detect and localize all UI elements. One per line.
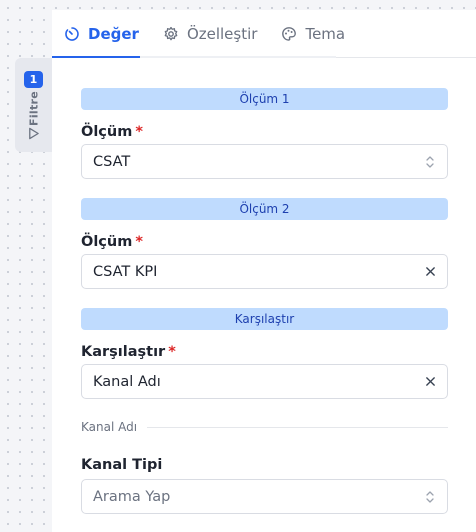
- required-marker: *: [168, 344, 176, 360]
- tab-underline-track: [250, 56, 336, 58]
- gauge-icon: [65, 26, 79, 41]
- filter-label: Filtre: [27, 91, 41, 127]
- chevron-up-down-icon: [426, 155, 434, 168]
- tab-customize-label: Özelleştir: [186, 24, 258, 43]
- form-content: Ölçüm 1 Ölçüm * CSAT Ölçüm 2 Ölçüm * CSAT …: [81, 88, 448, 514]
- metric-2-label-text: Ölçüm: [81, 234, 133, 250]
- close-icon[interactable]: [425, 266, 436, 277]
- required-marker: *: [135, 234, 143, 250]
- tab-theme-label: Tema: [305, 24, 346, 43]
- channel-type-label: Kanal Tipi: [81, 455, 448, 475]
- metric-2-select[interactable]: CSAT KPI: [81, 254, 448, 289]
- group-divider: Kanal Adı: [81, 419, 448, 435]
- compare-label: Karşılaştır *: [81, 342, 448, 362]
- divider-line: [147, 426, 448, 428]
- tab-value-label: Değer: [88, 24, 139, 43]
- tab-theme[interactable]: Tema: [269, 10, 357, 57]
- close-icon[interactable]: [425, 376, 436, 387]
- channel-type-label-text: Kanal Tipi: [81, 457, 163, 473]
- group-divider-label: Kanal Adı: [81, 420, 138, 434]
- chevron-up-down-icon: [426, 490, 434, 503]
- section-header-metric-1: Ölçüm 1: [81, 88, 448, 110]
- tab-value[interactable]: Değer: [52, 10, 151, 58]
- metric-1-label: Ölçüm *: [81, 122, 448, 142]
- filter-play-icon: [29, 127, 39, 140]
- gear-icon: [164, 26, 178, 40]
- compare-label-text: Karşılaştır: [81, 344, 166, 360]
- section-header-metric-2: Ölçüm 2: [81, 198, 448, 220]
- tab-bar: Değer Özelleştir Tema: [52, 10, 476, 58]
- tab-customize[interactable]: Özelleştir: [151, 10, 270, 57]
- required-marker: *: [135, 124, 143, 140]
- compare-value: Kanal Adı: [93, 373, 161, 390]
- metric-1-select[interactable]: CSAT: [81, 144, 448, 179]
- compare-select[interactable]: Kanal Adı: [81, 364, 448, 399]
- channel-type-placeholder: Arama Yap: [93, 488, 171, 505]
- metric-2-label: Ölçüm *: [81, 232, 448, 252]
- settings-panel: Değer Özelleştir Tema Ölçüm 1 Ölçüm * CS…: [52, 10, 476, 532]
- metric-1-value: CSAT: [93, 153, 131, 170]
- metric-1-label-text: Ölçüm: [81, 124, 133, 140]
- channel-type-select[interactable]: Arama Yap: [81, 479, 448, 514]
- filter-count-badge: 1: [24, 71, 43, 88]
- metric-2-value: CSAT KPI: [93, 263, 158, 280]
- palette-icon: [282, 26, 297, 41]
- section-header-compare: Karşılaştır: [81, 308, 448, 330]
- filter-rail[interactable]: 1 Filtre: [15, 58, 52, 152]
